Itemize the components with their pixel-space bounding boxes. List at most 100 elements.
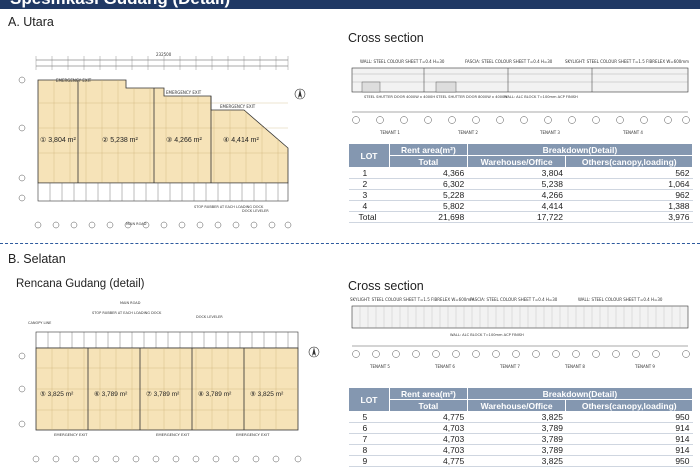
cell-total: 4,366 bbox=[389, 167, 468, 179]
cell-warehouse: 17,722 bbox=[467, 211, 566, 223]
section-title-north: A. Utara bbox=[8, 15, 54, 29]
main-road-label: MAIN ROAD bbox=[126, 222, 147, 226]
emergency-exit-label: EMERGENCY EXIT bbox=[220, 104, 256, 109]
floor-plan-north: 232500 EMERGENCY EXIT EMERGENCY EXIT EME… bbox=[16, 48, 326, 233]
cell-others: 950 bbox=[565, 411, 693, 423]
cell-others: 950 bbox=[565, 455, 693, 467]
unit-6-label: ⑥ 3,789 m² bbox=[94, 390, 128, 398]
main-road-label: MAIN ROAD bbox=[120, 301, 141, 305]
xsec-note: WALL: STEEL COLOUR SHEET T=0.4 H=30 bbox=[360, 59, 445, 64]
table-row: 1 4,366 3,804 562 bbox=[348, 167, 693, 179]
rent-table-north: LOT Rent area(m²) Breakdown(Detail) Tota… bbox=[348, 143, 694, 223]
cell-others: 914 bbox=[565, 433, 693, 445]
stop-rubber-label: STOP RUBBER AT EACH LOADING DOCK bbox=[92, 311, 162, 315]
unit-1-label: ① 3,804 m² bbox=[40, 136, 77, 144]
xsec-note: SKYLIGHT: STEEL COLOUR SHEET T=1.5 FIBRE… bbox=[350, 297, 474, 302]
cell-total: 4,775 bbox=[389, 411, 468, 423]
cell-total: 6,302 bbox=[389, 178, 468, 190]
tenant-label: TENANT 9 bbox=[634, 364, 655, 369]
col-others: Others(canopy,loading) bbox=[565, 399, 693, 412]
unit-7-label: ⑦ 3,789 m² bbox=[146, 390, 180, 398]
table-row: 7 4,703 3,789 914 bbox=[348, 433, 693, 445]
tenant-label: TENANT 1 bbox=[379, 130, 400, 135]
tenant-label: TENANT 3 bbox=[539, 130, 560, 135]
cell-others: 562 bbox=[565, 167, 693, 179]
cross-section-title-south: Cross section bbox=[348, 279, 424, 293]
xsec-note: SKYLIGHT: STEEL COLOUR SHEET T=1.5 FIBRE… bbox=[565, 59, 689, 64]
cell-warehouse: 3,825 bbox=[467, 411, 566, 423]
tenant-label: TENANT 8 bbox=[564, 364, 585, 369]
floor-plan-south: MAIN ROAD STOP RUBBER AT EACH LOADING DO… bbox=[16, 296, 326, 467]
col-warehouse: Warehouse/Office bbox=[466, 155, 567, 168]
cross-section-north: WALL: STEEL COLOUR SHEET T=0.4 H=30 FASC… bbox=[340, 54, 695, 136]
emergency-exit-label: EMERGENCY EXIT bbox=[166, 90, 202, 95]
unit-2-label: ② 5,238 m² bbox=[102, 136, 139, 144]
cross-section-south: SKYLIGHT: STEEL COLOUR SHEET T=1.5 FIBRE… bbox=[340, 294, 695, 376]
col-others: Others(canopy,loading) bbox=[565, 155, 693, 168]
header-bar: Spesifikasi Gudang (Detail) bbox=[0, 0, 700, 9]
cell-warehouse: 3,825 bbox=[467, 455, 566, 467]
cell-lot: 8 bbox=[348, 444, 390, 456]
tenant-label: TENANT 6 bbox=[434, 364, 455, 369]
col-lot: LOT bbox=[348, 143, 390, 168]
cell-total: 5,802 bbox=[389, 200, 468, 212]
cell-lot: 4 bbox=[348, 200, 390, 212]
canopy-line-label: CANOPY LINE bbox=[28, 321, 51, 325]
page-title: Spesifikasi Gudang (Detail) bbox=[10, 0, 230, 9]
cell-warehouse: 5,238 bbox=[467, 178, 566, 190]
unit-3-label: ③ 4,266 m² bbox=[166, 136, 203, 144]
col-total: Total bbox=[389, 399, 468, 412]
cell-warehouse: 3,789 bbox=[467, 422, 566, 434]
cross-section-title-north: Cross section bbox=[348, 31, 424, 45]
cell-total: 4,775 bbox=[389, 455, 468, 467]
table-row: 5 4,775 3,825 950 bbox=[348, 411, 693, 423]
cell-warehouse: 4,266 bbox=[467, 189, 566, 201]
table-row: 3 5,228 4,266 962 bbox=[348, 189, 693, 201]
table-row: 4 5,802 4,414 1,388 bbox=[348, 200, 693, 212]
cell-lot: 5 bbox=[348, 411, 390, 423]
tenant-label: TENANT 7 bbox=[499, 364, 520, 369]
xsec-note: FASCIA: STEEL COLOUR SHEET T=0.4 H=30 bbox=[465, 59, 553, 64]
unit-4-label: ④ 4,414 m² bbox=[223, 136, 260, 144]
table-row-total: Total 21,698 17,722 3,976 bbox=[348, 211, 693, 223]
emergency-exit-label: EMERGENCY EXIT bbox=[54, 432, 88, 437]
cell-lot: 2 bbox=[348, 178, 390, 190]
tenant-label: TENANT 2 bbox=[457, 130, 478, 135]
emergency-exit-label: EMERGENCY EXIT bbox=[156, 432, 190, 437]
col-rent-area: Rent area(m²) bbox=[389, 387, 468, 400]
dock-leveler-label: DOCK LEVELER bbox=[196, 315, 223, 319]
section-title-south: B. Selatan bbox=[8, 252, 66, 266]
tenant-label: TENANT 4 bbox=[622, 130, 643, 135]
plan-title-south: Rencana Gudang (detail) bbox=[16, 278, 145, 290]
cell-total: 4,703 bbox=[389, 433, 468, 445]
cell-others: 914 bbox=[565, 444, 693, 456]
cell-lot: 9 bbox=[348, 455, 390, 467]
table-row: 9 4,775 3,825 950 bbox=[348, 455, 693, 467]
dock-leveler-label: DOCK LEVELER bbox=[242, 209, 269, 213]
col-total: Total bbox=[389, 155, 468, 168]
shutter-label: STEEL SHUTTER DOOR 4000W x 4000H bbox=[364, 95, 435, 99]
plan-overall-dim: 232500 bbox=[156, 52, 172, 57]
emergency-exit-label: EMERGENCY EXIT bbox=[236, 432, 270, 437]
cell-others: 3,976 bbox=[565, 211, 693, 223]
cell-lot: 1 bbox=[348, 167, 390, 179]
tenant-label: TENANT 5 bbox=[369, 364, 390, 369]
cell-lot: 7 bbox=[348, 433, 390, 445]
table-row: 6 4,703 3,789 914 bbox=[348, 422, 693, 434]
north-arrow-icon bbox=[308, 346, 320, 358]
cell-total: 5,228 bbox=[389, 189, 468, 201]
alc-label: WALL: ALC BLOCK T=100mm ACP FINISH bbox=[450, 333, 524, 337]
table-row: 8 4,703 3,789 914 bbox=[348, 444, 693, 456]
cell-total: 21,698 bbox=[389, 211, 468, 223]
cell-others: 914 bbox=[565, 422, 693, 434]
cell-others: 962 bbox=[565, 189, 693, 201]
col-warehouse: Warehouse/Office bbox=[466, 399, 567, 412]
xsec-note: WALL: STEEL COLOUR SHEET T=0.4 H=30 bbox=[578, 297, 663, 302]
cell-lot: 3 bbox=[348, 189, 390, 201]
north-arrow-icon bbox=[294, 88, 306, 100]
cell-others: 1,064 bbox=[565, 178, 693, 190]
shutter-label: STEEL SHUTTER DOOR 8000W x 4000H bbox=[436, 95, 507, 99]
cell-total: 4,703 bbox=[389, 422, 468, 434]
cell-others: 1,388 bbox=[565, 200, 693, 212]
emergency-exit-label: EMERGENCY EXIT bbox=[56, 78, 92, 83]
